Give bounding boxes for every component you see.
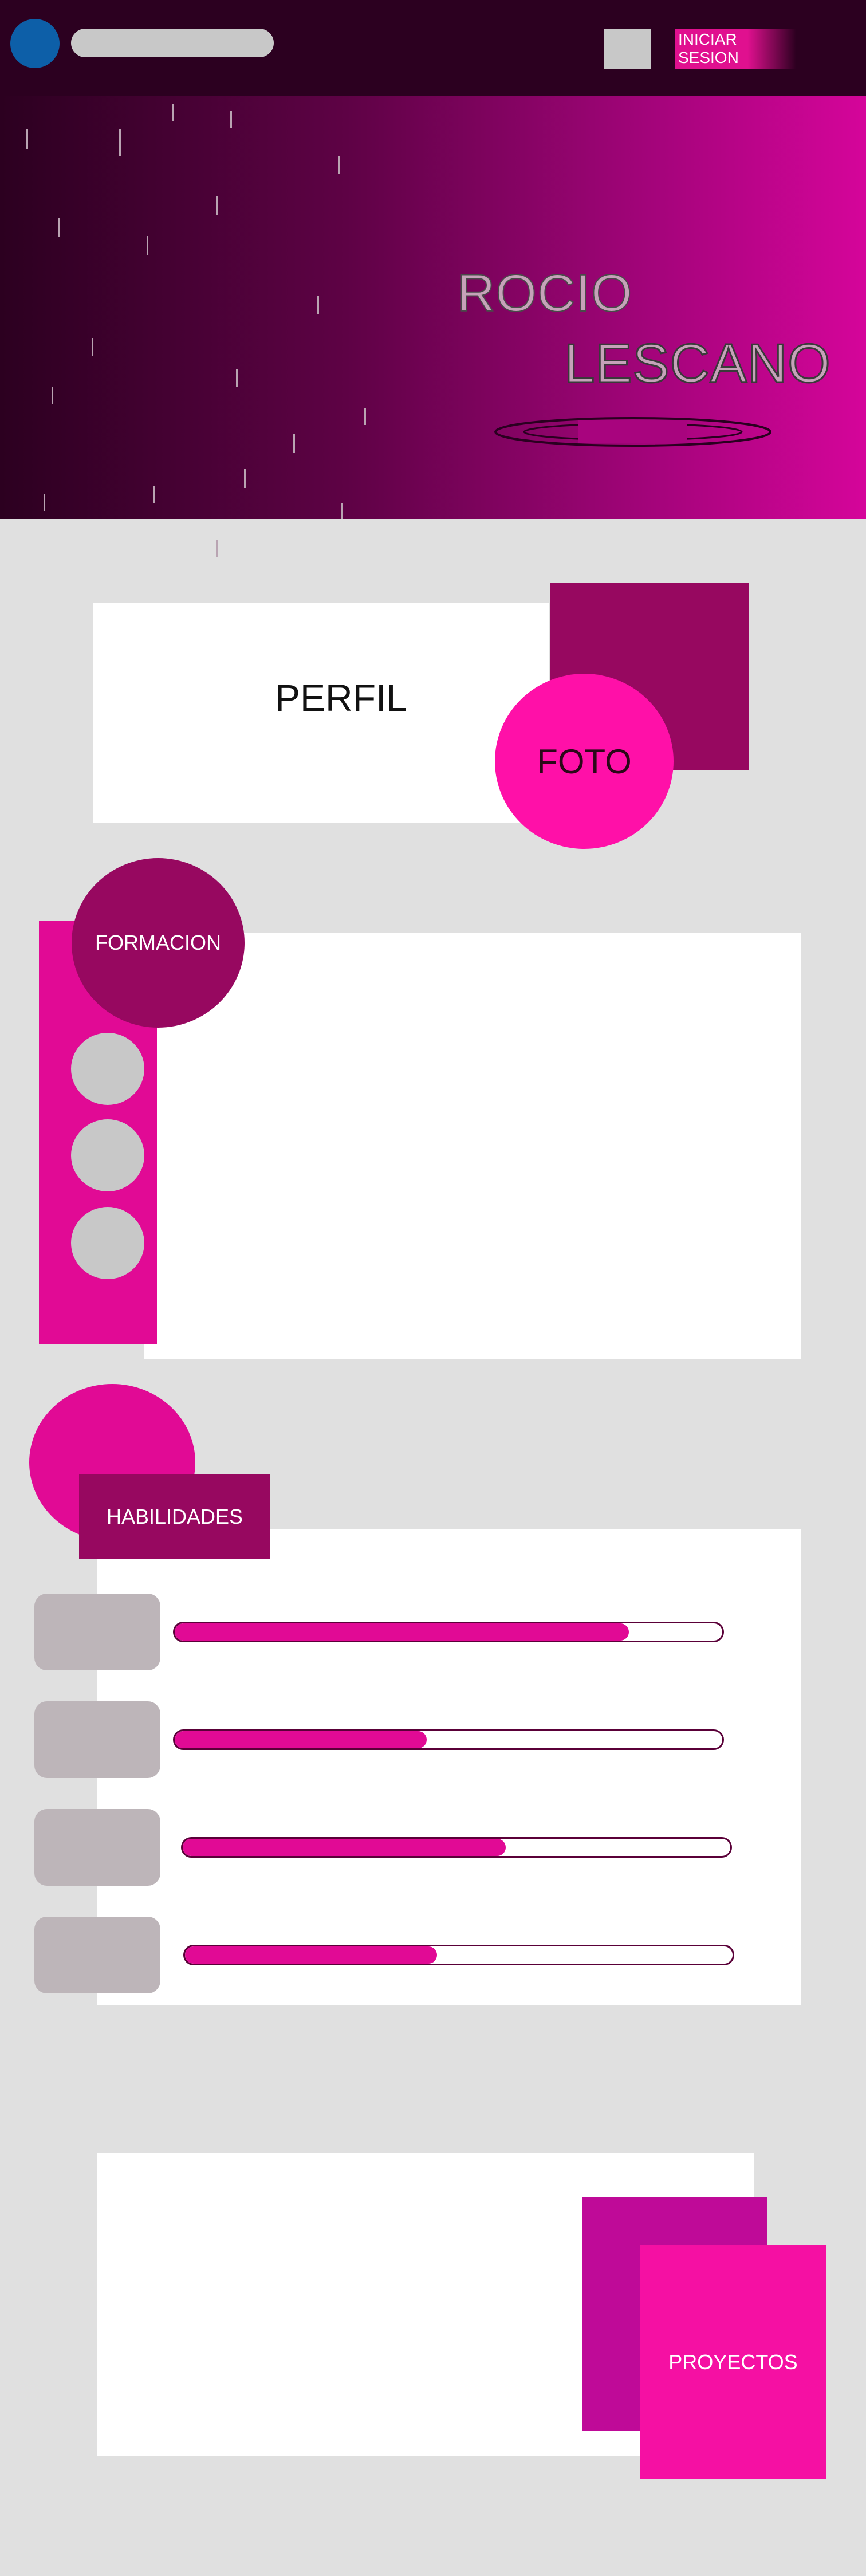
- rain-line: [230, 111, 232, 128]
- rain-line: [172, 104, 174, 121]
- formacion-card: [144, 933, 801, 1359]
- swoosh-icon: [494, 417, 771, 447]
- logo-icon[interactable]: [10, 19, 60, 68]
- formacion-dot[interactable]: [71, 1207, 144, 1279]
- rain-line: [92, 338, 93, 356]
- rain-line: [153, 486, 155, 503]
- rain-line: [44, 494, 45, 511]
- rain-line: [216, 540, 218, 557]
- skill-chip: [34, 1701, 160, 1778]
- formacion-title: FORMACION: [72, 858, 245, 1028]
- menu-button[interactable]: [604, 29, 651, 69]
- rain-line: [58, 218, 60, 237]
- rain-line: [293, 434, 295, 453]
- skill-chip: [34, 1809, 160, 1886]
- search-input[interactable]: [71, 29, 274, 57]
- skill-progress-bar: [181, 1837, 732, 1858]
- rain-line: [244, 469, 246, 488]
- skill-progress-bar: [173, 1729, 724, 1750]
- rain-line: [52, 387, 53, 404]
- skill-progress-fill: [175, 1623, 629, 1641]
- habilidades-card: [97, 1529, 801, 2005]
- perfil-title: PERFIL: [275, 677, 408, 719]
- login-button[interactable]: INICIAR SESION: [675, 29, 796, 69]
- skill-progress-fill: [183, 1839, 506, 1856]
- skill-progress-bar: [173, 1622, 724, 1642]
- rain-line: [147, 236, 148, 255]
- skill-progress-bar: [183, 1945, 734, 1965]
- rain-line: [26, 129, 28, 149]
- foto-circle[interactable]: FOTO: [495, 674, 674, 849]
- skill-progress-fill: [175, 1731, 427, 1748]
- hero-first-name: ROCIO: [456, 264, 633, 323]
- hero-banner: [0, 96, 866, 519]
- hero-last-name: LESCANO: [564, 332, 832, 395]
- skill-chip: [34, 1594, 160, 1670]
- rain-line: [364, 408, 366, 425]
- rain-line: [216, 196, 218, 215]
- rain-line: [119, 129, 121, 156]
- habilidades-title: HABILIDADES: [79, 1474, 270, 1559]
- rain-line: [338, 156, 340, 174]
- rain-line: [341, 503, 343, 519]
- formacion-dot[interactable]: [71, 1033, 144, 1105]
- rain-line: [236, 369, 238, 387]
- formacion-dot[interactable]: [71, 1119, 144, 1191]
- skill-progress-fill: [185, 1946, 437, 1964]
- skill-chip: [34, 1917, 160, 1993]
- proyectos-title[interactable]: PROYECTOS: [640, 2245, 826, 2479]
- rain-line: [317, 296, 319, 314]
